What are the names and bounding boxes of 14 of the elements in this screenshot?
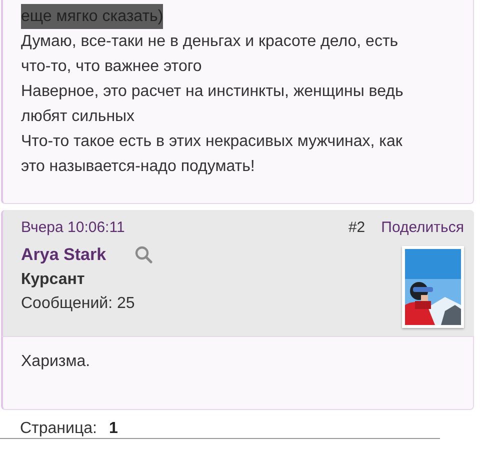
search-icon[interactable] [134,245,154,265]
author-name[interactable]: Arya Stark [21,245,106,265]
post-count: Сообщений: 25 [21,294,136,314]
user-rank: Курсант [21,270,86,290]
post-date: Вчера 10:06:11 [21,218,125,236]
share-link[interactable]: Поделиться [381,218,464,236]
post-text: Думаю, все-таки не в деньгах и красоте дело, есть что-то, что важнее этого [21,32,400,77]
post-text: Что-то такое есть в этих некрасивых мужчинах, как это называется-надо подумать! [21,132,404,177]
post-text: Наверное, это расчет на инстинкты, женщины ведь любят сильных [21,82,404,127]
page-label: Страница: [20,420,97,438]
page-number[interactable]: 1 [108,420,118,438]
post-number: #2 [348,218,366,236]
post-text: еще мягко сказать) [21,4,164,29]
post-text: Харизма. [21,352,92,372]
